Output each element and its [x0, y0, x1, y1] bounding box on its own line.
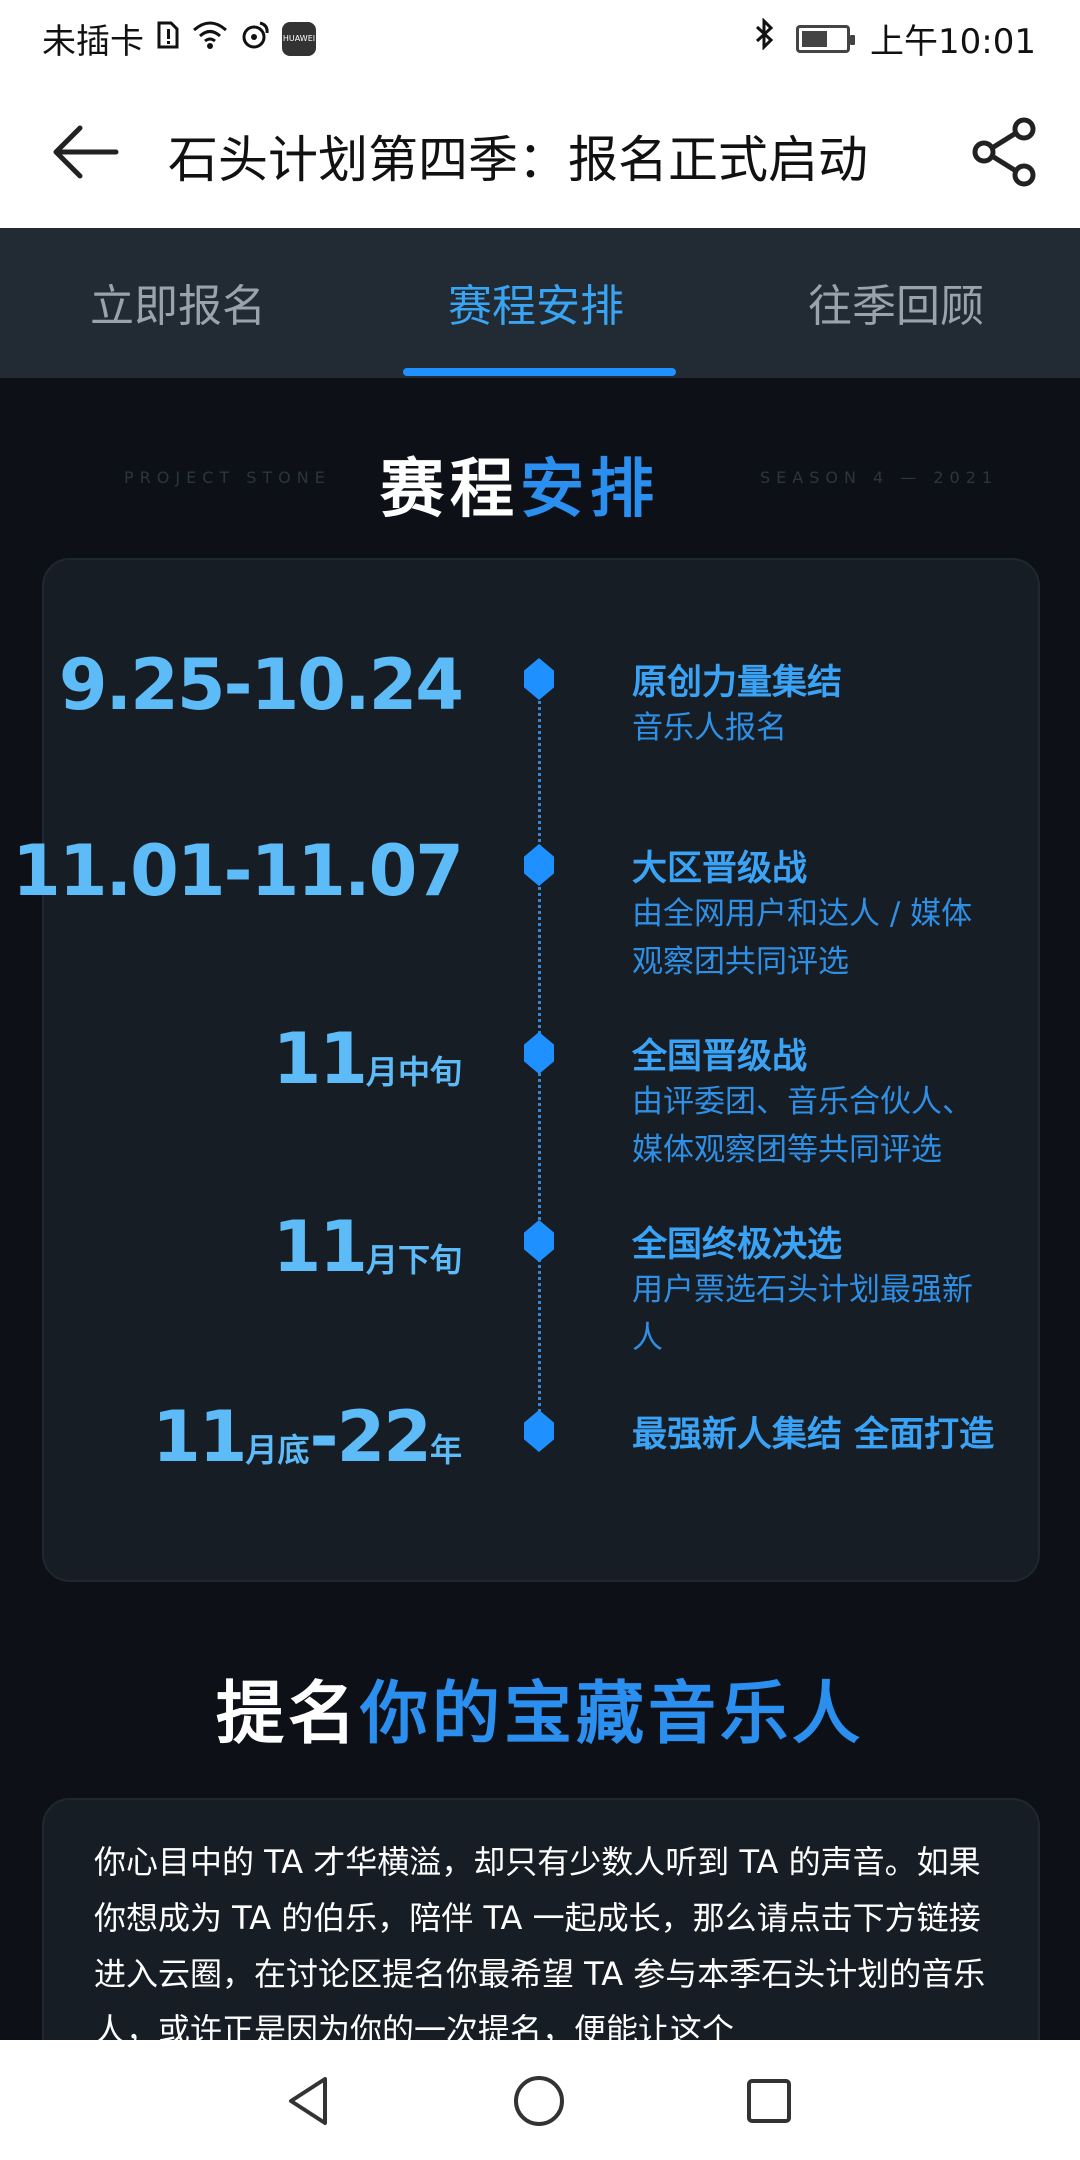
system-nav-bar — [0, 2040, 1080, 2160]
nominate-text: 你心目中的 TA 才华横溢，却只有少数人听到 TA 的声音。如果你想成为 TA … — [94, 1843, 986, 2040]
decor-text-left: PROJECT STONE — [124, 468, 331, 487]
arrow-left-icon — [53, 125, 119, 179]
bluetooth-icon — [754, 17, 776, 59]
timeline-date: 11月底-22年 — [152, 1396, 462, 1478]
timeline-desc: 由评委团、音乐合伙人、媒体观察团等共同评选 — [632, 1084, 973, 1168]
battery-icon — [796, 24, 856, 53]
web-content[interactable]: 立即报名 赛程安排 往季回顾 PROJECT STONE 赛程安排 SEASON… — [0, 228, 1080, 2040]
tab-past-seasons[interactable]: 往季回顾 — [808, 270, 984, 334]
triangle-back-icon — [289, 2077, 327, 2125]
schedule-card: 9.25-10.24 原创力量集结 音乐人报名 11.01-11.07 大区晋级… — [12, 558, 1040, 1582]
timeline-desc: 音乐人报名 — [632, 710, 787, 746]
square-recent-icon — [747, 2079, 791, 2123]
decor-text-right: SEASON 4 — 2021 — [760, 468, 999, 487]
timeline-heading: 大区晋级战 — [632, 849, 808, 889]
timeline-date: 11月中旬 — [272, 1018, 462, 1100]
wifi-icon — [192, 19, 228, 59]
schedule-header: PROJECT STONE 赛程安排 SEASON 4 — 2021 — [0, 434, 1080, 527]
timeline-dot — [524, 658, 554, 700]
timeline-date: 11月下旬 — [272, 1206, 462, 1288]
timeline-heading: 原创力量集结 — [632, 663, 843, 703]
app-bar: 石头计划第四季：报名正式启动 — [0, 72, 1080, 228]
tab-schedule[interactable]: 赛程安排 — [448, 270, 624, 334]
timeline-date: 11.01-11.07 — [12, 830, 464, 912]
tab-signup[interactable]: 立即报名 — [90, 270, 266, 334]
timeline-heading: 最强新人集结 全面打造 — [632, 1415, 995, 1455]
timeline-heading: 全国终极决选 — [632, 1225, 843, 1265]
share-icon — [972, 117, 1036, 187]
nav-home-button[interactable] — [494, 2066, 584, 2136]
carrier-label: 未插卡 — [42, 22, 144, 62]
nominate-title: 提名你的宝藏音乐人 — [215, 1675, 865, 1754]
active-tab-indicator — [403, 368, 676, 376]
timeline-heading: 全国晋级战 — [632, 1037, 808, 1077]
weibo-icon — [240, 19, 270, 59]
status-left: 未插卡 HUAWEI — [42, 14, 316, 63]
circle-home-icon — [514, 2076, 564, 2126]
nav-back-button[interactable] — [264, 2066, 354, 2136]
timeline-dot — [524, 1220, 554, 1262]
battery-fill — [802, 30, 828, 47]
status-bar: 未插卡 HUAWEI 上午10:01 — [0, 0, 1080, 72]
nominate-card: 你心目中的 TA 才华横溢，却只有少数人听到 TA 的声音。如果你想成为 TA … — [42, 1798, 1040, 2040]
timeline-dot — [524, 1032, 554, 1074]
status-right: 上午10:01 — [754, 14, 1036, 63]
sim-alert-icon — [156, 19, 180, 59]
share-button[interactable] — [960, 112, 1050, 192]
clock: 上午10:01 — [870, 22, 1036, 62]
timeline-dot — [524, 844, 554, 886]
timeline-desc: 用户票选石头计划最强新人 — [632, 1272, 973, 1356]
schedule-title: 赛程安排 — [380, 453, 660, 527]
tab-bar: 立即报名 赛程安排 往季回顾 — [0, 228, 1080, 378]
nav-recent-button[interactable] — [724, 2066, 814, 2136]
timeline-dot — [524, 1410, 554, 1452]
back-button[interactable] — [40, 112, 130, 192]
page-title: 石头计划第四季：报名正式启动 — [168, 131, 868, 189]
timeline-desc: 由全网用户和达人 / 媒体观察团共同评选 — [632, 896, 973, 980]
timeline-date: 9.25-10.24 — [58, 644, 464, 726]
huawei-app-icon: HUAWEI — [282, 21, 316, 56]
